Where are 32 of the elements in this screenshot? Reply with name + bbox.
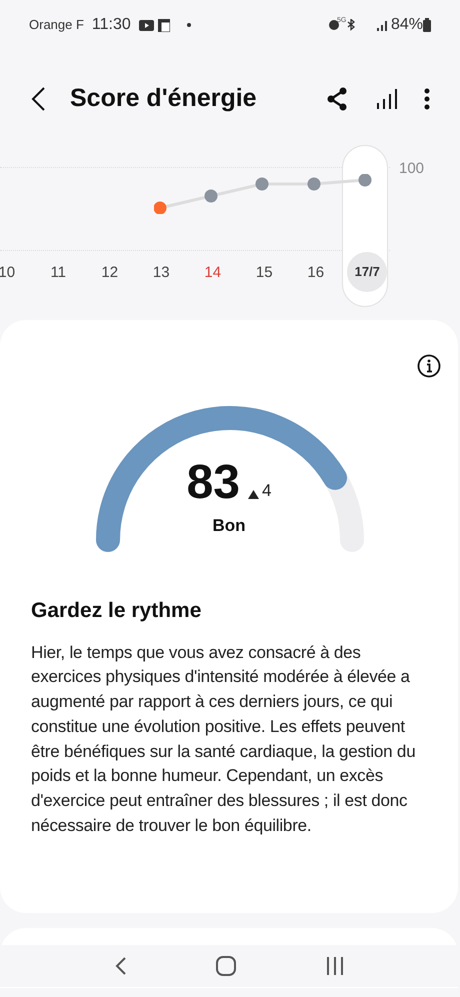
score-change: 4 <box>262 480 272 502</box>
bluetooth-icon <box>346 19 355 31</box>
recents-nav-icon[interactable] <box>325 956 346 976</box>
dot-icon <box>186 23 191 27</box>
day-label[interactable]: 12 <box>101 262 118 292</box>
screen-icon <box>158 18 170 32</box>
more-icon[interactable] <box>424 88 430 110</box>
advice-text: Hier, le temps que vous avez consacré à des exercices physiques d'intensité modérée à élevée a augmenté par rapport à ces derniers jours, ce qui constitue une évolution positive. Les effets peuvent être bénéfiques sur la santé cardiaque, la gestion du poids et la bonne humeur. Cependant, un excès d'exercice peut entraîner des blessures ; il est donc nécessaire de trouver le bon équilibre. <box>31 642 416 838</box>
up-arrow-icon <box>248 490 259 499</box>
day-label[interactable]: 15 <box>256 262 273 292</box>
day-label[interactable]: 13 <box>152 262 170 292</box>
axis-label: 100 <box>399 159 424 179</box>
day-label[interactable]: 11 <box>50 262 66 292</box>
info-icon[interactable] <box>417 354 441 378</box>
share-icon[interactable] <box>326 87 348 111</box>
day-label[interactable]: 14 <box>204 262 222 292</box>
back-nav-icon[interactable] <box>114 956 127 976</box>
score-value: 83 <box>186 459 240 507</box>
page-title: Score d'énergie <box>70 83 258 114</box>
signal-icon <box>376 20 387 30</box>
video-icon <box>138 20 154 30</box>
clock: 11:30 <box>92 15 131 35</box>
day-label[interactable]: 16 <box>307 262 324 292</box>
score-rating: Bon <box>212 515 246 537</box>
back-icon[interactable] <box>30 86 46 112</box>
chart-icon[interactable] <box>376 88 398 110</box>
day-label[interactable]: 10 <box>0 262 16 292</box>
battery-level: 84% <box>390 15 423 35</box>
carrier-name: Orange F <box>29 16 84 34</box>
home-nav-icon[interactable] <box>216 956 236 976</box>
battery-icon <box>423 18 431 32</box>
advice-title: Gardez le rythme <box>31 598 202 624</box>
